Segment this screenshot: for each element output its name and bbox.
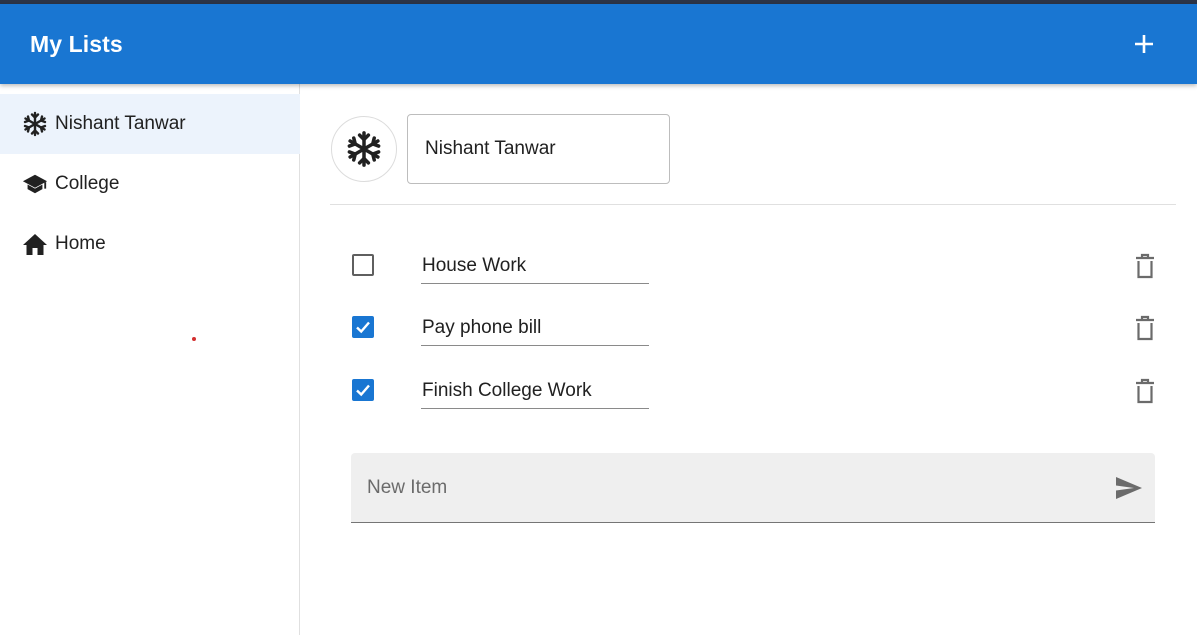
list-panel bbox=[301, 84, 1197, 635]
sidebar-item-nishant-tanwar[interactable]: Nishant Tanwar bbox=[0, 94, 300, 154]
school-icon bbox=[22, 171, 48, 197]
app-title: My Lists bbox=[30, 31, 123, 57]
home-icon bbox=[22, 231, 48, 257]
sidebar-item-label: Home bbox=[55, 233, 106, 254]
trash-icon bbox=[1136, 315, 1154, 341]
snowflake-icon bbox=[347, 131, 381, 167]
delete-item-button[interactable] bbox=[1131, 376, 1159, 406]
add-item-button[interactable] bbox=[1113, 473, 1145, 503]
todo-checkbox[interactable] bbox=[352, 316, 374, 338]
sidebar-item-college[interactable]: College bbox=[0, 154, 300, 214]
delete-item-button[interactable] bbox=[1131, 251, 1159, 281]
sidebar-item-label: College bbox=[55, 173, 120, 194]
trash-icon bbox=[1136, 253, 1154, 279]
add-list-button[interactable] bbox=[1126, 26, 1162, 62]
decorative-dot bbox=[192, 337, 196, 341]
todo-item bbox=[301, 238, 1197, 294]
app-bar: My Lists bbox=[0, 4, 1197, 84]
todo-item bbox=[301, 363, 1197, 419]
plus-icon bbox=[1135, 35, 1153, 53]
list-name-field[interactable] bbox=[407, 114, 670, 184]
todo-item bbox=[301, 300, 1197, 356]
trash-icon bbox=[1136, 378, 1154, 404]
check-icon bbox=[356, 384, 370, 397]
todo-text-field[interactable] bbox=[421, 248, 649, 284]
todo-checkbox[interactable] bbox=[352, 254, 374, 276]
sidebar: Nishant Tanwar College Home bbox=[0, 84, 300, 635]
todo-checkbox[interactable] bbox=[352, 379, 374, 401]
divider bbox=[330, 204, 1176, 205]
sidebar-item-home[interactable]: Home bbox=[0, 214, 300, 274]
list-icon-button[interactable] bbox=[331, 116, 397, 182]
new-item-field bbox=[351, 453, 1155, 523]
todo-text-field[interactable] bbox=[421, 310, 649, 346]
sidebar-item-label: Nishant Tanwar bbox=[55, 113, 186, 134]
todo-text-field[interactable] bbox=[421, 373, 649, 409]
send-icon bbox=[1116, 477, 1142, 499]
check-icon bbox=[356, 321, 370, 334]
snowflake-icon bbox=[22, 111, 48, 137]
new-item-input[interactable] bbox=[351, 453, 1101, 522]
delete-item-button[interactable] bbox=[1131, 313, 1159, 343]
